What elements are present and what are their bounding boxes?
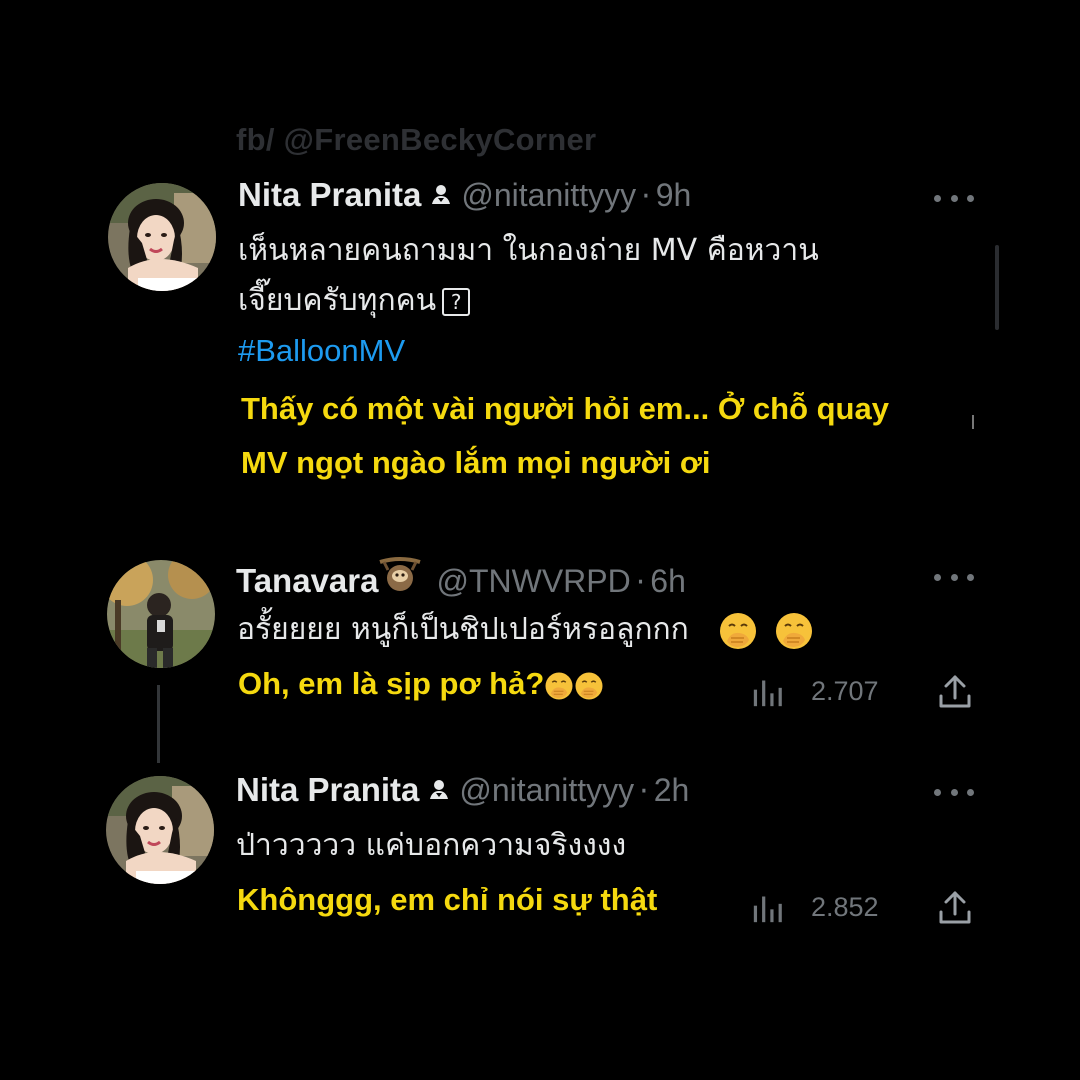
sloth-emoji: [378, 556, 422, 592]
avatar-image: [107, 560, 215, 668]
scroll-tick: [972, 415, 974, 429]
face-with-hand-over-mouth-emoji: [774, 611, 814, 651]
tweet-text-line: เห็นหลายคนถามมา ในกองถ่าย MV คือหวาน: [238, 233, 819, 268]
timestamp[interactable]: 2h: [654, 772, 690, 809]
unknown-glyph-icon: ?: [442, 287, 471, 316]
person-badge-icon: [429, 178, 453, 214]
hashtag-link[interactable]: #BalloonMV: [238, 326, 819, 376]
author-handle[interactable]: @nitanittyyy: [461, 177, 636, 214]
views-count: 2.852: [811, 892, 879, 922]
more-horizontal-icon[interactable]: [934, 786, 974, 798]
translation-line: Oh, em là sịp pơ hả?: [238, 666, 545, 701]
more-horizontal-icon[interactable]: [934, 192, 974, 204]
author-name[interactable]: Tanavara: [236, 562, 378, 600]
avatar-image: [106, 776, 214, 884]
tweet-text-content: อรั้ยยยย หนูก็เป็นชิปเปอร์หรอลูกกก: [237, 612, 689, 647]
translation-line: MV ngọt ngào lắm mọi người ơi: [241, 445, 711, 480]
avatar[interactable]: [108, 183, 216, 291]
timestamp[interactable]: 9h: [656, 177, 692, 214]
translation-text: Khônggg, em chỉ nói sự thật: [237, 882, 658, 917]
tweet-text-line-content: เจี๊ยบครับทุกคน: [238, 283, 437, 318]
avatar[interactable]: [106, 776, 214, 884]
views-stat[interactable]: 2.707: [752, 675, 879, 708]
translation-line: Thấy có một vài người hỏi em... Ở chỗ qu…: [241, 391, 889, 426]
tweet-text: ป่าววววว แค่บอกความจริงงงง: [236, 828, 627, 863]
face-with-hand-over-mouth-emoji: [544, 671, 574, 701]
separator: ·: [641, 179, 651, 214]
watermark: fb/ @FreenBeckyCorner: [236, 122, 597, 157]
bar-chart-icon: [752, 891, 785, 924]
face-with-hand-over-mouth-emoji: [574, 671, 604, 701]
separator: ·: [635, 565, 646, 600]
tweet-text: อรั้ยยยย หนูก็เป็นชิปเปอร์หรอลูกกก: [237, 605, 814, 655]
avatar[interactable]: [107, 560, 215, 668]
tweet-text: เห็นหลายคนถามมา ในกองถ่าย MV คือหวาน เจี…: [238, 226, 819, 376]
translation-text: Thấy có một vài người hỏi em... Ở chỗ qu…: [241, 382, 889, 490]
author-handle[interactable]: @TNWVRPD: [436, 563, 630, 600]
tweet-text-line: เจี๊ยบครับทุกคน?: [238, 276, 819, 326]
bar-chart-icon: [752, 675, 785, 708]
separator: ·: [639, 774, 649, 809]
share-icon[interactable]: [935, 672, 975, 716]
author-name[interactable]: Nita Pranita: [236, 771, 419, 809]
tweet-header: Nita Pranita @nitanittyyy · 2h: [236, 771, 689, 809]
person-badge-icon: [427, 773, 451, 809]
author-name[interactable]: Nita Pranita: [238, 176, 421, 214]
scrollbar[interactable]: [995, 245, 999, 330]
translation-text: Oh, em là sịp pơ hả?: [238, 657, 604, 711]
share-icon[interactable]: [935, 888, 975, 932]
tweet-header: Nita Pranita @nitanittyyy · 9h: [238, 176, 691, 214]
face-with-hand-over-mouth-emoji: [718, 611, 758, 651]
author-handle[interactable]: @nitanittyyy: [459, 772, 634, 809]
more-horizontal-icon[interactable]: [934, 571, 974, 583]
avatar-image: [108, 183, 216, 291]
tweet-header: Tanavara @TNWVRPD · 6h: [236, 556, 686, 600]
views-count: 2.707: [811, 676, 879, 706]
views-stat[interactable]: 2.852: [752, 891, 879, 924]
timestamp[interactable]: 6h: [650, 563, 686, 600]
thread-line: [157, 685, 160, 763]
